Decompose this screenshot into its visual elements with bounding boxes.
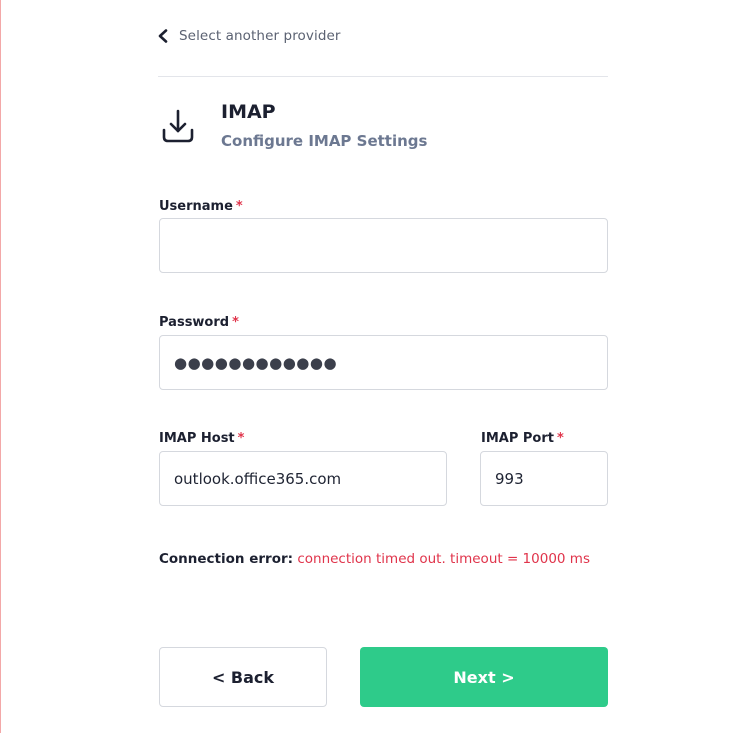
back-link-label: Select another provider	[179, 28, 341, 44]
page-edge-line	[0, 0, 1, 733]
connection-error-text: connection timed out. timeout = 10000 ms	[297, 551, 590, 567]
header-titles: IMAP Configure IMAP Settings	[221, 100, 427, 151]
provider-header: IMAP Configure IMAP Settings	[160, 100, 427, 151]
imap-settings-page: Select another provider IMAP Configure I…	[0, 0, 733, 733]
download-icon	[160, 108, 196, 148]
chevron-left-icon	[156, 28, 170, 44]
imap-port-field[interactable]: 993	[480, 451, 608, 506]
next-button[interactable]: Next >	[360, 647, 608, 707]
imap-host-label-text: IMAP Host	[159, 431, 235, 446]
page-subtitle: Configure IMAP Settings	[221, 132, 428, 150]
password-value: ●●●●●●●●●●●●	[174, 353, 338, 372]
connection-error-label: Connection error:	[159, 551, 294, 567]
password-required-mark: *	[232, 315, 239, 330]
imap-port-label: IMAP Port *	[481, 431, 564, 447]
username-label-text: Username	[159, 199, 233, 214]
imap-port-required-mark: *	[556, 431, 564, 446]
imap-host-required-mark: *	[237, 431, 245, 446]
connection-error-message: Connection error: connection timed out. …	[159, 546, 609, 573]
back-button[interactable]: < Back	[159, 647, 327, 707]
username-required-mark: *	[235, 199, 243, 214]
select-another-provider-link[interactable]: Select another provider	[156, 28, 341, 44]
imap-host-label: IMAP Host *	[159, 431, 244, 447]
password-label-text: Password	[159, 315, 230, 330]
imap-host-field[interactable]: outlook.office365.com	[159, 451, 447, 506]
username-field[interactable]	[159, 218, 608, 273]
header-divider	[158, 76, 608, 77]
password-field[interactable]: ●●●●●●●●●●●●	[159, 335, 608, 390]
username-label: Username *	[159, 199, 243, 215]
password-label: Password *	[159, 315, 239, 331]
imap-port-value: 993	[495, 469, 524, 488]
page-title: IMAP	[221, 101, 276, 123]
imap-host-value: outlook.office365.com	[174, 469, 342, 488]
imap-port-label-text: IMAP Port	[481, 431, 554, 446]
